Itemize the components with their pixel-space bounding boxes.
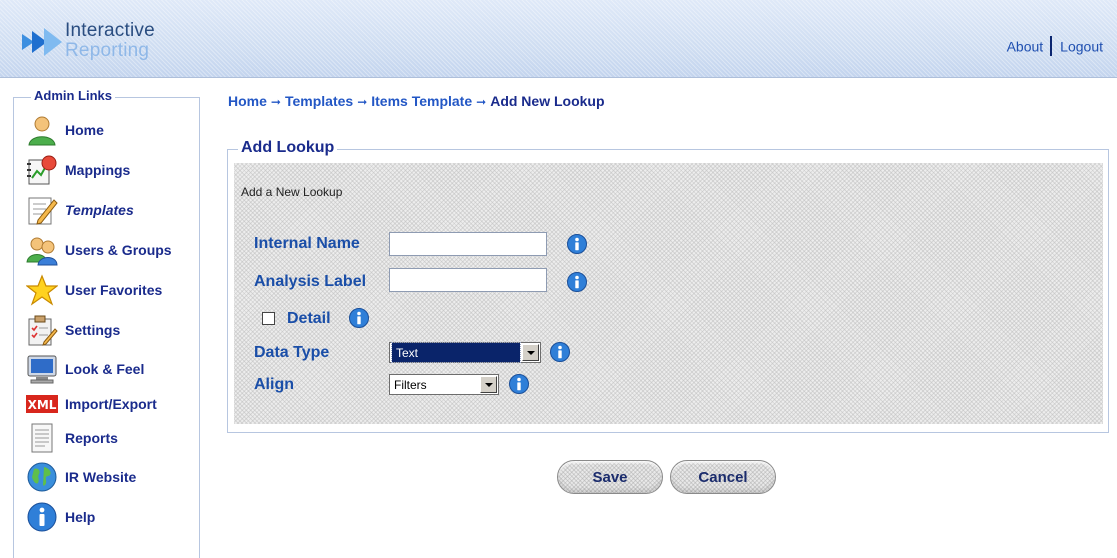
settings-icon bbox=[25, 314, 59, 346]
sidebar-item-label: User Favorites bbox=[65, 282, 163, 298]
align-label: Align bbox=[254, 376, 294, 393]
logout-link[interactable]: Logout bbox=[1060, 39, 1103, 55]
detail-checkbox[interactable] bbox=[262, 312, 275, 325]
breadcrumb: Home ➞ Templates ➞ Items Template ➞ Add New Lo… bbox=[228, 93, 605, 109]
breadcrumb-items-template[interactable]: Items Template bbox=[371, 93, 472, 109]
data-type-select[interactable]: Text bbox=[389, 342, 541, 363]
star-icon bbox=[25, 274, 59, 306]
about-link[interactable]: About bbox=[1007, 39, 1044, 55]
save-button[interactable]: Save bbox=[557, 460, 663, 494]
top-links: About Logout bbox=[1007, 36, 1103, 58]
logo-arrows-icon bbox=[22, 28, 62, 56]
sidebar-item-templates[interactable]: Templates bbox=[25, 193, 134, 227]
sidebar-item-user-favorites[interactable]: User Favorites bbox=[25, 273, 162, 307]
data-type-label: Data Type bbox=[254, 344, 330, 361]
user-icon bbox=[25, 114, 59, 146]
chevron-down-icon[interactable] bbox=[480, 376, 497, 393]
breadcrumb-templates[interactable]: Templates bbox=[285, 93, 353, 109]
breadcrumb-arrow-icon: ➞ bbox=[270, 95, 281, 109]
sidebar-item-label: IR Website bbox=[65, 469, 137, 485]
form-panel: Add a New Lookup Internal Name Analysis … bbox=[234, 163, 1103, 424]
globe-icon bbox=[25, 461, 59, 493]
form-subtitle: Add a New Lookup bbox=[241, 185, 343, 199]
sidebar-item-label: Home bbox=[65, 122, 104, 138]
sidebar-item-mappings[interactable]: Mappings bbox=[25, 153, 130, 187]
sidebar-item-home[interactable]: Home bbox=[25, 113, 104, 147]
admin-links-panel: Admin Links Home Mappings Templates User… bbox=[13, 88, 200, 558]
align-select[interactable]: Filters bbox=[389, 374, 499, 395]
monitor-icon bbox=[25, 353, 59, 385]
xml-badge-text: XML bbox=[28, 398, 57, 412]
sidebar-item-label: Mappings bbox=[65, 162, 131, 178]
logo-text-reporting: Reporting bbox=[65, 40, 150, 61]
sidebar-item-import-export[interactable]: XML Import/Export bbox=[25, 387, 157, 421]
sidebar-item-help[interactable]: Help bbox=[25, 500, 95, 534]
users-groups-icon bbox=[25, 234, 59, 266]
logo-text-interactive: Interactive bbox=[65, 20, 155, 41]
sidebar-item-label: Import/Export bbox=[65, 396, 157, 412]
sidebar-item-label: Templates bbox=[65, 202, 134, 218]
sidebar-item-look-feel[interactable]: Look & Feel bbox=[25, 352, 144, 386]
xml-icon: XML bbox=[25, 388, 59, 420]
data-type-value: Text bbox=[391, 342, 521, 363]
info-icon[interactable] bbox=[550, 342, 570, 362]
add-lookup-fieldset: Add Lookup Add a New Lookup Internal Nam… bbox=[227, 139, 1109, 433]
top-link-divider bbox=[1050, 36, 1053, 56]
breadcrumb-arrow-icon: ➞ bbox=[476, 95, 487, 109]
sidebar-item-reports[interactable]: Reports bbox=[25, 421, 118, 455]
sidebar-item-label: Look & Feel bbox=[65, 361, 145, 377]
sidebar-item-label: Reports bbox=[65, 430, 118, 446]
report-icon bbox=[25, 422, 59, 454]
sidebar-item-label: Users & Groups bbox=[65, 242, 172, 258]
cancel-button[interactable]: Cancel bbox=[670, 460, 776, 494]
app-logo[interactable]: Interactive Reporting bbox=[18, 18, 178, 68]
templates-icon bbox=[25, 194, 59, 226]
analysis-label-label: Analysis Label bbox=[254, 273, 367, 290]
chevron-down-icon[interactable] bbox=[522, 344, 539, 361]
detail-label: Detail bbox=[287, 310, 331, 327]
sidebar-item-settings[interactable]: Settings bbox=[25, 313, 120, 347]
sidebar-item-label: Settings bbox=[65, 322, 121, 338]
align-value: Filters bbox=[394, 377, 427, 392]
breadcrumb-home[interactable]: Home bbox=[228, 93, 267, 109]
breadcrumb-arrow-icon: ➞ bbox=[357, 95, 368, 109]
help-icon bbox=[25, 501, 59, 533]
sidebar-item-label: Help bbox=[65, 509, 96, 525]
add-lookup-legend: Add Lookup bbox=[238, 139, 338, 157]
header-bar: Interactive Reporting About Logout bbox=[0, 0, 1117, 78]
analysis-label-input[interactable] bbox=[389, 268, 547, 292]
internal-name-input[interactable] bbox=[389, 232, 547, 256]
info-icon[interactable] bbox=[567, 272, 587, 292]
mappings-icon bbox=[25, 154, 59, 186]
sidebar-item-users-groups[interactable]: Users & Groups bbox=[25, 233, 172, 267]
internal-name-label: Internal Name bbox=[254, 235, 360, 252]
info-icon[interactable] bbox=[349, 308, 369, 328]
info-icon[interactable] bbox=[509, 374, 529, 394]
admin-links-title: Admin Links bbox=[31, 88, 116, 103]
breadcrumb-current: Add New Lookup bbox=[490, 93, 605, 109]
info-icon[interactable] bbox=[567, 234, 587, 254]
sidebar-item-ir-website[interactable]: IR Website bbox=[25, 460, 136, 494]
